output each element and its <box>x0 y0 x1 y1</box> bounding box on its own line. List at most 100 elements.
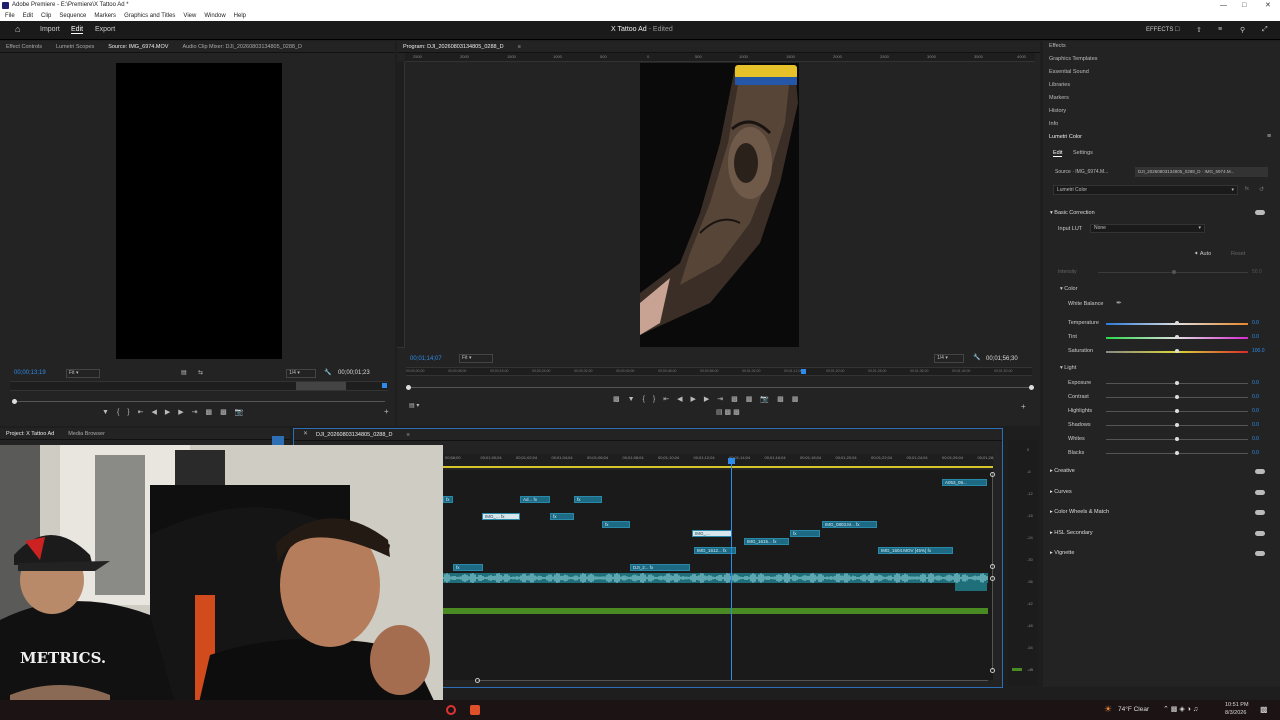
program-wrench-icon[interactable]: 🔧 <box>973 354 980 361</box>
wrench-icon[interactable]: 🔧 <box>324 369 331 376</box>
timeline-clip[interactable]: fx <box>574 496 602 503</box>
timeline-h-scroll[interactable] <box>478 680 988 681</box>
slider-knob[interactable] <box>1175 423 1179 427</box>
reset-button[interactable]: Reset <box>1231 251 1245 257</box>
program-mark-out-icon[interactable]: } <box>653 396 655 403</box>
timeline-playhead-head[interactable] <box>728 458 735 464</box>
timeline-clip[interactable]: IMG_... fx <box>482 513 520 520</box>
source-resolution-select[interactable]: 1/4 ▾ <box>286 369 316 378</box>
program-safe-margins-icon[interactable]: ▤ ▩ ▩ <box>716 408 740 416</box>
timeline-playhead[interactable] <box>731 458 732 680</box>
vignette-toggle[interactable] <box>1255 551 1265 556</box>
menu-view[interactable]: View <box>183 13 196 19</box>
overwrite-icon[interactable]: ▩ <box>220 408 227 416</box>
timeline-v-scroll-bottom[interactable] <box>990 668 995 673</box>
menu-markers[interactable]: Markers <box>94 13 116 19</box>
timeline-clip[interactable]: fx <box>790 530 820 537</box>
taskbar-app-icon[interactable] <box>446 705 456 715</box>
intensity-knob[interactable] <box>1172 270 1176 274</box>
slider-knob[interactable] <box>1175 335 1179 339</box>
basic-correction-toggle[interactable] <box>1255 210 1265 215</box>
source-fit-select[interactable]: Fit ▾ <box>66 369 100 378</box>
menu-icon[interactable]: ≡ <box>1218 26 1222 33</box>
slider-value[interactable]: 0.0 <box>1252 422 1259 428</box>
source-scrub-bar[interactable] <box>14 401 385 402</box>
slider-knob[interactable] <box>1175 349 1179 353</box>
program-go-out-icon[interactable]: ⇥ <box>717 395 723 403</box>
go-to-in-icon[interactable]: ⇤ <box>138 408 144 416</box>
program-scrub-start-handle[interactable] <box>406 385 411 390</box>
home-icon[interactable]: ⌂ <box>15 24 20 34</box>
program-extract-icon[interactable]: ▩ <box>731 395 738 403</box>
source-scrub-handle[interactable] <box>12 399 17 404</box>
timeline-h-scroll-handle[interactable] <box>475 678 480 683</box>
source-timecode[interactable]: 00;00;13;19 <box>14 370 46 376</box>
panel-history[interactable]: History <box>1049 108 1066 114</box>
timeline-v-scroll-top[interactable] <box>990 472 995 477</box>
slider-value[interactable]: 0.0 <box>1252 408 1259 414</box>
intensity-value[interactable]: 50.0 <box>1252 269 1262 275</box>
lift-icon[interactable]: ▩ <box>613 395 620 403</box>
slider-knob[interactable] <box>1175 437 1179 441</box>
panel-info[interactable]: Info <box>1049 121 1058 127</box>
edit-tab[interactable]: Edit <box>71 26 84 34</box>
program-scrub-end-handle[interactable] <box>1029 385 1034 390</box>
color-subsection[interactable]: ▾ Color <box>1060 286 1077 292</box>
clock-date[interactable]: 8/3/2026 <box>1225 710 1246 716</box>
eyedropper-icon[interactable]: ✒ <box>1116 299 1122 307</box>
program-play-icon[interactable]: ▶ <box>691 395 696 403</box>
tab-effect-controls[interactable]: Effect Controls <box>6 44 42 50</box>
timeline-clip[interactable]: fx <box>453 564 483 571</box>
slider-value[interactable]: 0.0 <box>1252 380 1259 386</box>
timeline-clip[interactable]: IMG_0803.M... fx <box>822 521 877 528</box>
minimize-icon[interactable]: — <box>1220 0 1227 11</box>
sequence-menu-icon[interactable]: ≡ <box>406 432 409 438</box>
slider-value[interactable]: 0.0 <box>1252 334 1259 340</box>
color-wheels-toggle[interactable] <box>1255 510 1265 515</box>
tab-source[interactable]: Source: IMG_6974.MOV <box>108 44 168 50</box>
tab-lumetri-settings[interactable]: Settings <box>1073 150 1093 156</box>
timeline-clip[interactable]: A053_08... <box>942 479 987 486</box>
program-camera-icon[interactable]: 📷 <box>760 395 769 403</box>
input-lut-select[interactable]: None ▾ <box>1090 224 1205 233</box>
weather-text[interactable]: 74°F Clear <box>1118 706 1149 713</box>
program-scrub-bar[interactable] <box>409 387 1031 388</box>
timeline-clip[interactable]: fx <box>443 496 453 503</box>
program-compare-icon[interactable]: ▩ <box>746 395 753 403</box>
timeline-work-area-bar[interactable] <box>443 466 993 468</box>
tab-project[interactable]: Project: X Tattoo Ad <box>6 431 54 437</box>
source-drag-icon[interactable]: ⇆ <box>198 369 203 376</box>
creative-toggle[interactable] <box>1255 469 1265 474</box>
section-vignette[interactable]: ▸ Vignette <box>1050 550 1074 556</box>
lumetri-effect-select[interactable]: Lumetri Color ▾ <box>1053 185 1238 195</box>
search-icon[interactable]: ⚲ <box>1240 26 1245 34</box>
lumetri-sequence-clip[interactable]: DJI_20260803134805_0288_D · IMG_6974.M..… <box>1135 167 1268 177</box>
panel-graphics-templates[interactable]: Graphics Templates <box>1049 56 1098 62</box>
menu-window[interactable]: Window <box>204 13 225 19</box>
section-curves[interactable]: ▸ Curves <box>1050 489 1072 495</box>
program-resolution-select[interactable]: 1/4 ▾ <box>934 354 964 363</box>
timeline-v-scroll-mid[interactable] <box>990 564 995 569</box>
slider-value[interactable]: 0.0 <box>1252 436 1259 442</box>
notification-icon[interactable]: ▩ <box>1260 705 1268 714</box>
panel-effects[interactable]: Effects <box>1049 43 1066 49</box>
mark-out-icon[interactable]: } <box>127 409 129 416</box>
export-tab[interactable]: Export <box>95 26 115 33</box>
panel-libraries[interactable]: Libraries <box>1049 82 1070 88</box>
slider-knob[interactable] <box>1175 409 1179 413</box>
step-back-icon[interactable]: ◀ <box>152 408 157 416</box>
timeline-clip[interactable]: fx <box>550 513 574 520</box>
basic-correction-header[interactable]: ▾ Basic Correction <box>1050 210 1095 216</box>
fx-icon[interactable]: fx <box>1245 186 1249 192</box>
insert-icon[interactable]: ▩ <box>206 408 213 416</box>
lumetri-source-clip[interactable]: Source · IMG_6974.M... <box>1055 169 1108 175</box>
program-marker-icon[interactable]: ▼ <box>628 396 635 403</box>
slider-knob[interactable] <box>1175 395 1179 399</box>
tab-lumetri-scopes[interactable]: Lumetri Scopes <box>56 44 94 50</box>
timeline-v-scroll-mid2[interactable] <box>990 576 995 581</box>
slider-knob[interactable] <box>1175 381 1179 385</box>
timeline-clip[interactable]: IMG_1615... fx <box>744 538 789 545</box>
slider-knob[interactable] <box>1175 321 1179 325</box>
source-playhead[interactable] <box>382 383 387 388</box>
timeline-clip[interactable]: Ad... fx <box>520 496 550 503</box>
